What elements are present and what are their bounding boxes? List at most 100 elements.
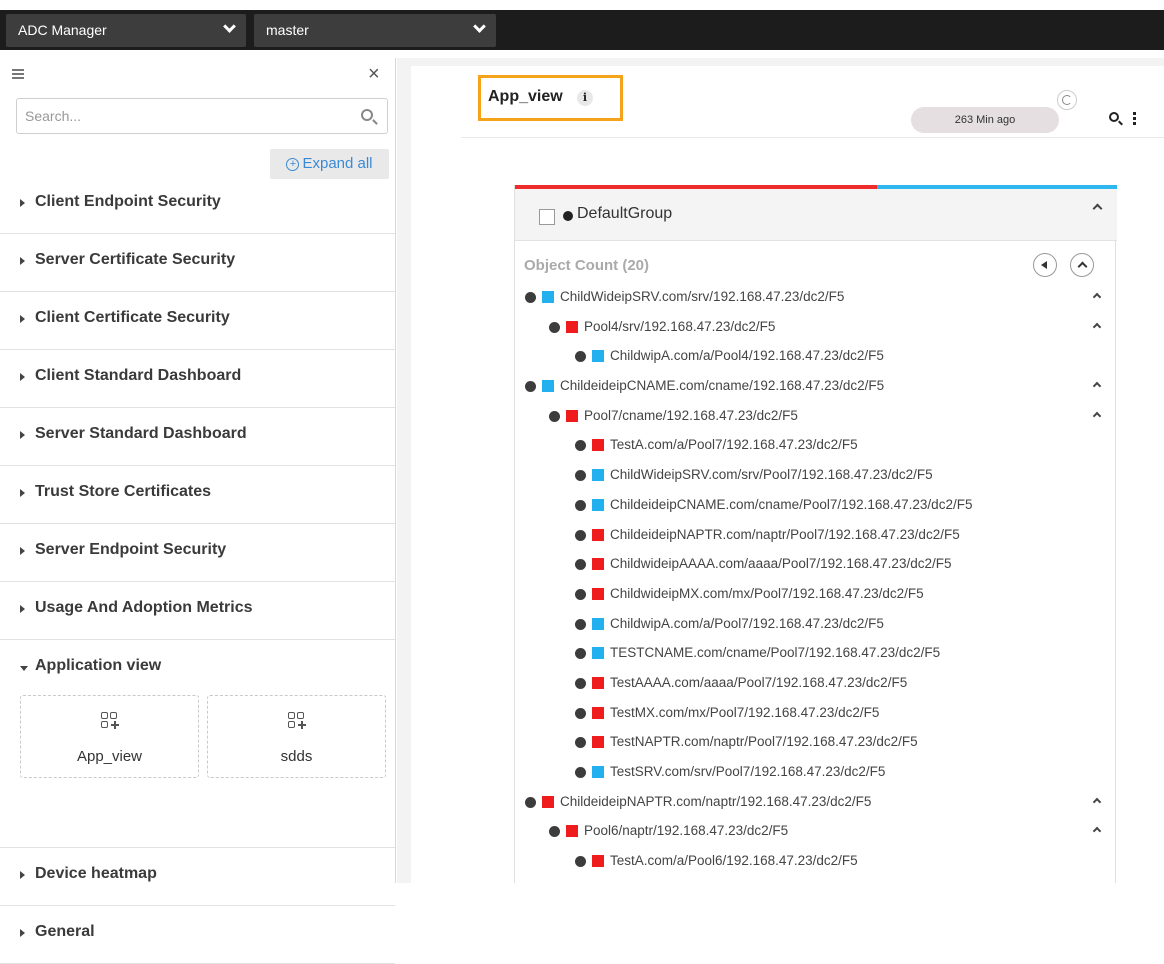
caret-right-icon bbox=[20, 489, 25, 497]
caret-down-icon bbox=[20, 666, 28, 671]
node-dot-icon bbox=[575, 737, 586, 749]
group-checkbox[interactable] bbox=[539, 209, 555, 225]
status-square-icon bbox=[592, 617, 604, 630]
node-dot-icon bbox=[575, 351, 586, 363]
app-tile-app-view[interactable]: App_view bbox=[20, 695, 199, 778]
tree-row-label: ChildWideipSRV.com/srv/Pool7/192.168.47.… bbox=[610, 467, 933, 483]
status-square-icon bbox=[566, 825, 578, 838]
tree-row[interactable]: Pool7/cname/192.168.47.23/dc2/F5 bbox=[515, 402, 1117, 432]
sidebar-item-device-heatmap[interactable]: Device heatmap bbox=[0, 848, 395, 906]
search-input[interactable] bbox=[17, 99, 337, 133]
search-icon[interactable] bbox=[361, 109, 373, 121]
status-square-icon bbox=[592, 528, 604, 541]
chevron-up-icon[interactable] bbox=[1092, 827, 1102, 836]
sidebar-item-general[interactable]: General bbox=[0, 906, 395, 964]
page-title: App_view bbox=[488, 88, 563, 105]
node-dot-icon bbox=[575, 677, 586, 689]
caret-right-icon bbox=[20, 431, 25, 439]
tree-row[interactable]: ChildwipA.com/a/Pool7/192.168.47.23/dc2/… bbox=[515, 610, 1117, 640]
tree-row[interactable]: Pool4/srv/192.168.47.23/dc2/F5 bbox=[515, 313, 1117, 343]
node-dot-icon bbox=[575, 470, 586, 482]
tree-row[interactable]: TestMX.com/mx/Pool7/192.168.47.23/dc2/F5 bbox=[515, 699, 1117, 729]
sidebar-item-label: Client Standard Dashboard bbox=[35, 367, 242, 384]
tree-row-label: ChildeideipCNAME.com/cname/Pool7/192.168… bbox=[610, 496, 973, 512]
chevron-up-icon[interactable] bbox=[1092, 381, 1102, 391]
collapse-left-button[interactable] bbox=[1033, 253, 1057, 277]
chevron-up-icon[interactable] bbox=[1092, 797, 1102, 806]
status-square-icon bbox=[592, 736, 604, 749]
group-header[interactable]: DefaultGroup bbox=[515, 189, 1117, 241]
tree-row[interactable]: ChildeideipNAPTR.com/naptr/Pool7/192.168… bbox=[515, 521, 1117, 551]
sidebar-item-server-certificate-security[interactable]: Server Certificate Security bbox=[0, 234, 395, 292]
node-dot-icon bbox=[575, 499, 586, 511]
collapse-all-button[interactable] bbox=[1070, 253, 1094, 277]
chevron-up-icon[interactable] bbox=[1092, 292, 1102, 302]
tree-row[interactable]: TestA.com/a/Pool6/192.168.47.23/dc2/F5 bbox=[515, 847, 1117, 877]
chevron-up-icon[interactable] bbox=[1092, 322, 1102, 331]
object-tree: ChildWideipSRV.com/srv/192.168.47.23/dc2… bbox=[515, 283, 1117, 877]
menu-icon[interactable] bbox=[12, 69, 24, 79]
search-icon[interactable] bbox=[1109, 112, 1119, 122]
tree-row[interactable]: Pool6/naptr/192.168.47.23/dc2/F5 bbox=[515, 817, 1117, 847]
status-square-icon bbox=[542, 795, 554, 808]
tree-row[interactable]: ChildeideipCNAME.com/cname/Pool7/192.168… bbox=[515, 491, 1117, 521]
sidebar-item-usage-and-adoption-metrics[interactable]: Usage And Adoption Metrics bbox=[0, 582, 395, 640]
tree-row[interactable]: ChildwipA.com/a/Pool4/192.168.47.23/dc2/… bbox=[515, 342, 1117, 372]
sidebar-item-application-view[interactable]: Application view App_view sdds bbox=[0, 640, 395, 848]
sidebar-item-server-endpoint-security[interactable]: Server Endpoint Security bbox=[0, 524, 395, 582]
status-square-icon bbox=[592, 647, 604, 660]
sidebar-item-client-standard-dashboard[interactable]: Client Standard Dashboard bbox=[0, 350, 395, 408]
expand-all-button[interactable]: + Expand all bbox=[270, 149, 389, 179]
tree-row[interactable]: TESTCNAME.com/cname/Pool7/192.168.47.23/… bbox=[515, 639, 1117, 669]
app-tile-sdds[interactable]: sdds bbox=[207, 695, 386, 778]
tree-row[interactable]: ChildwideipAAAA.com/aaaa/Pool7/192.168.4… bbox=[515, 550, 1117, 580]
caret-right-icon bbox=[20, 315, 25, 323]
tree-row-label: ChildeideipNAPTR.com/naptr/192.168.47.23… bbox=[560, 793, 872, 809]
status-square-icon bbox=[566, 409, 578, 422]
sidebar-item-label: Usage And Adoption Metrics bbox=[35, 599, 253, 616]
tree-row-label: Pool6/naptr/192.168.47.23/dc2/F5 bbox=[584, 823, 789, 839]
branch-selector-value: master bbox=[266, 22, 309, 38]
sidebar-item-server-standard-dashboard[interactable]: Server Standard Dashboard bbox=[0, 408, 395, 466]
status-square-icon bbox=[566, 320, 578, 333]
sidebar-item-client-endpoint-security[interactable]: Client Endpoint Security bbox=[0, 176, 395, 234]
caret-right-icon bbox=[20, 257, 25, 265]
chevron-up-icon[interactable] bbox=[1092, 203, 1103, 214]
caret-right-icon bbox=[20, 547, 25, 555]
dashboard-list: Client Endpoint Security Server Certific… bbox=[0, 176, 395, 964]
tree-row[interactable]: ChildwideipMX.com/mx/Pool7/192.168.47.23… bbox=[515, 580, 1117, 610]
tree-row[interactable]: ChildeideipCNAME.com/cname/192.168.47.23… bbox=[515, 372, 1117, 402]
tree-row[interactable]: TestA.com/a/Pool7/192.168.47.23/dc2/F5 bbox=[515, 431, 1117, 461]
tree-row[interactable]: TestSRV.com/srv/Pool7/192.168.47.23/dc2/… bbox=[515, 758, 1117, 788]
app-selector[interactable]: ADC Manager bbox=[6, 14, 246, 47]
sidebar-item-label: Application view bbox=[35, 657, 162, 674]
status-square-icon bbox=[592, 587, 604, 600]
refresh-icon[interactable] bbox=[1057, 90, 1077, 110]
tree-row[interactable]: ChildWideipSRV.com/srv/192.168.47.23/dc2… bbox=[515, 283, 1117, 313]
tree-row[interactable]: ChildWideipSRV.com/srv/Pool7/192.168.47.… bbox=[515, 461, 1117, 491]
plus-circle-icon: + bbox=[286, 158, 300, 171]
tree-row[interactable]: TestNAPTR.com/naptr/Pool7/192.168.47.23/… bbox=[515, 728, 1117, 758]
sidebar-item-client-certificate-security[interactable]: Client Certificate Security bbox=[0, 292, 395, 350]
add-app-icon bbox=[288, 712, 306, 734]
app-tile-label: sdds bbox=[280, 748, 313, 765]
node-dot-icon bbox=[525, 381, 536, 393]
caret-right-icon bbox=[20, 929, 25, 937]
close-icon[interactable]: × bbox=[368, 64, 380, 84]
tree-row[interactable]: ChildeideipNAPTR.com/naptr/192.168.47.23… bbox=[515, 788, 1117, 818]
more-options-icon[interactable] bbox=[1133, 112, 1136, 126]
status-square-icon bbox=[592, 855, 604, 868]
status-square-icon bbox=[592, 558, 604, 571]
app-view-card: App_view i 263 Min ago DefaultGroup Obje… bbox=[411, 66, 1164, 883]
caret-right-icon bbox=[20, 199, 25, 207]
sidebar-item-trust-store-certificates[interactable]: Trust Store Certificates bbox=[0, 466, 395, 524]
tree-row-label: ChildeideipCNAME.com/cname/192.168.47.23… bbox=[560, 378, 885, 394]
branch-selector[interactable]: master bbox=[254, 14, 496, 47]
tree-row[interactable]: TestAAAA.com/aaaa/Pool7/192.168.47.23/dc… bbox=[515, 669, 1117, 699]
status-square-icon bbox=[592, 676, 604, 689]
info-icon[interactable]: i bbox=[577, 90, 593, 106]
node-dot-icon bbox=[575, 588, 586, 600]
tree-row-label: Pool7/cname/192.168.47.23/dc2/F5 bbox=[584, 407, 798, 423]
tree-row-label: ChildWideipSRV.com/srv/192.168.47.23/dc2… bbox=[560, 289, 845, 304]
chevron-up-icon[interactable] bbox=[1092, 411, 1102, 420]
